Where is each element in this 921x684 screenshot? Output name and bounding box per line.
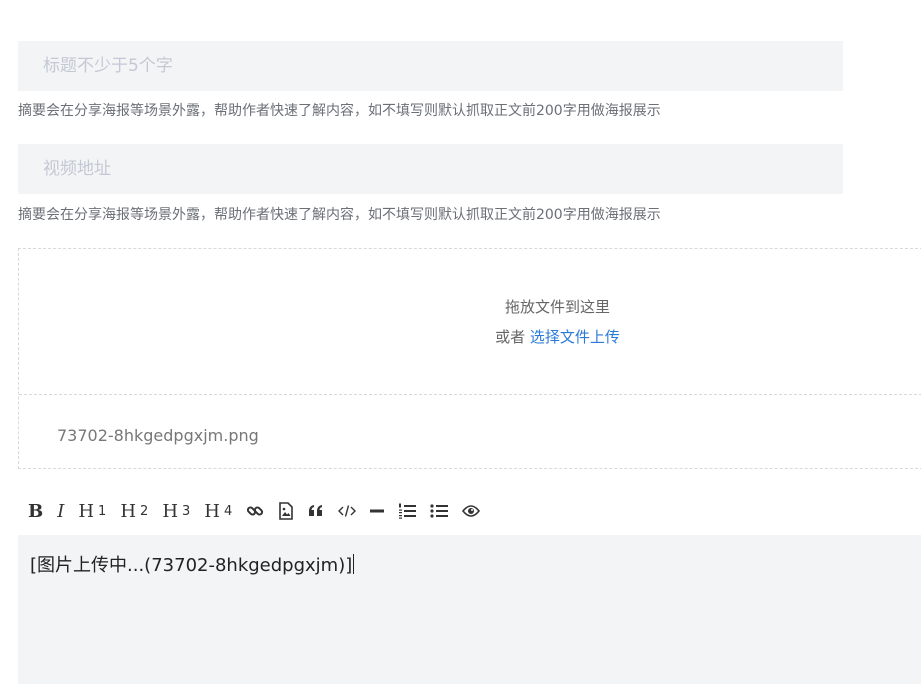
italic-button[interactable]: I (57, 496, 64, 526)
editor-toolbar: B I H1 H2 H3 H4 (18, 496, 494, 526)
title-input[interactable] (18, 41, 843, 91)
code-icon[interactable] (338, 496, 357, 526)
heading-2-button[interactable]: H2 (120, 496, 148, 526)
heading-letter: H (78, 500, 95, 522)
unordered-list-icon[interactable] (430, 496, 449, 526)
drop-text: 拖放文件到这里 (504, 298, 610, 316)
heading-level: 4 (224, 503, 233, 519)
heading-level: 1 (98, 503, 107, 519)
heading-3-button[interactable]: H3 (162, 496, 190, 526)
uploaded-file-item: 73702-8hkgedpgxjm.png (57, 426, 259, 445)
heading-4-button[interactable]: H4 (204, 496, 232, 526)
link-icon[interactable] (246, 496, 264, 526)
summary-hint: 摘要会在分享海报等场景外露，帮助作者快速了解内容，如不填写则默认抓取正文前200… (18, 103, 661, 119)
summary-hint: 摘要会在分享海报等场景外露，帮助作者快速了解内容，如不填写则默认抓取正文前200… (18, 207, 661, 223)
choose-file-line: 或者 选择文件上传 (19, 326, 921, 347)
image-icon[interactable] (278, 496, 294, 526)
ordered-list-icon[interactable] (398, 496, 417, 526)
heading-letter: H (120, 500, 137, 522)
or-text: 或者 (495, 328, 526, 346)
drop-area[interactable]: 拖放文件到这里 或者 选择文件上传 (19, 249, 921, 395)
preview-eye-icon[interactable] (462, 496, 481, 526)
heading-level: 2 (140, 503, 149, 519)
video-url-input[interactable] (18, 144, 843, 194)
heading-letter: H (162, 500, 179, 522)
heading-letter: H (204, 500, 220, 522)
heading-level: 3 (182, 503, 191, 519)
editor-content: [图片上传中...(73702-8hkgedpgxjm)] (30, 555, 353, 576)
quote-icon[interactable] (308, 496, 324, 526)
text-caret (353, 554, 355, 574)
heading-1-button[interactable]: H1 (78, 496, 106, 526)
file-upload-zone: 拖放文件到这里 或者 选择文件上传 73702-8hkgedpgxjm.png (18, 248, 921, 469)
markdown-editor[interactable]: [图片上传中...(73702-8hkgedpgxjm)] (18, 535, 921, 684)
bold-button[interactable]: B (28, 496, 43, 526)
choose-file-link[interactable]: 选择文件上传 (530, 328, 620, 346)
post-editor-page: 摘要会在分享海报等场景外露，帮助作者快速了解内容，如不填写则默认抓取正文前200… (0, 0, 921, 684)
horizontal-rule-icon[interactable] (370, 496, 385, 526)
